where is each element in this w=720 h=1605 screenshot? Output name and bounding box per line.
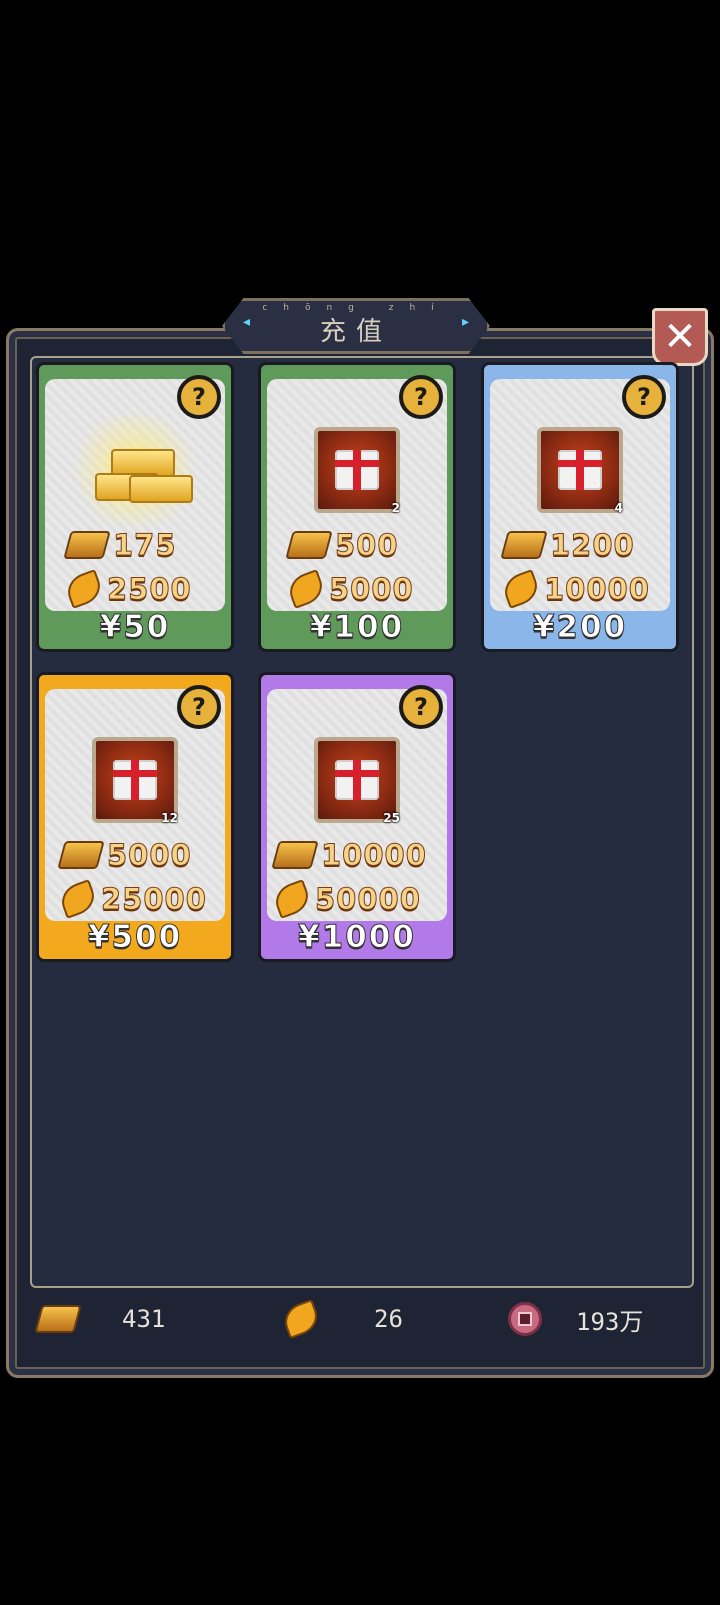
gold-amount-row: 175 [63, 527, 177, 563]
gift-box-icon: 4 [537, 427, 623, 515]
gift-count: 2 [391, 501, 400, 515]
gold-amount: 175 [113, 528, 177, 563]
recharge-card-500[interactable]: ? 12 5000 25000 ¥500 [36, 672, 234, 962]
leaf-amount: 10000 [544, 572, 650, 607]
gold-ingot-icon [34, 1305, 82, 1333]
gold-ingot-icon [500, 531, 548, 559]
price-label: ¥50 [99, 609, 171, 646]
recharge-card-1000[interactable]: ? 25 10000 50000 ¥1000 [258, 672, 456, 962]
gold-ingot-icon [57, 841, 105, 869]
leaf-amount-row: 2500 [62, 569, 192, 609]
info-question-icon[interactable]: ? [399, 685, 443, 729]
currency-footer: 431 26 193万 [30, 1294, 694, 1344]
gift-box-icon: 12 [92, 737, 178, 825]
copper-coin-icon [508, 1302, 542, 1336]
leaf-currency-icon [62, 569, 106, 609]
leaf-amount-row: 5000 [284, 569, 414, 609]
gold-amount-row: 5000 [57, 837, 192, 873]
footer-gold: 431 [34, 1305, 166, 1333]
gift-count: 4 [614, 501, 623, 515]
leaf-amount: 50000 [315, 882, 421, 917]
gold-ingot-icon [63, 531, 111, 559]
leaf-currency-icon [56, 879, 100, 919]
gold-amount-row: 1200 [500, 527, 635, 563]
recharge-card-50[interactable]: ? 175 2500 ¥50 [36, 362, 234, 652]
info-question-icon[interactable]: ? [622, 375, 666, 419]
gold-amount: 500 [335, 528, 399, 563]
price-label: ¥100 [309, 609, 405, 646]
price-label: ¥200 [532, 609, 628, 646]
gold-amount: 5000 [107, 838, 192, 873]
gift-count: 12 [161, 811, 178, 825]
gold-ingot-icon [271, 841, 319, 869]
leaf-amount: 5000 [329, 572, 414, 607]
right-arrow-icon: ▸ [461, 314, 469, 330]
leaf-amount: 25000 [101, 882, 207, 917]
leaf-amount-row: 10000 [499, 569, 650, 609]
price-label: ¥500 [87, 919, 183, 956]
leaf-currency-icon [284, 569, 328, 609]
gold-amount: 10000 [321, 838, 427, 873]
gold-pile-icon [65, 415, 205, 525]
leaf-amount: 2500 [107, 572, 192, 607]
close-icon: ✕ [663, 314, 697, 360]
info-question-icon[interactable]: ? [177, 685, 221, 729]
page-title: 充值 [319, 317, 392, 347]
recharge-card-100[interactable]: ? 2 500 5000 ¥100 [258, 362, 456, 652]
close-button[interactable]: ✕ [652, 308, 708, 366]
recharge-card-200[interactable]: ? 4 1200 10000 ¥200 [481, 362, 679, 652]
title-plate: ◂ chōng zhí 充值 ▸ [222, 298, 490, 354]
gift-count: 25 [383, 811, 400, 825]
footer-leaf: 26 [279, 1299, 403, 1339]
leaf-balance: 26 [374, 1305, 403, 1333]
info-question-icon[interactable]: ? [177, 375, 221, 419]
gold-amount-row: 10000 [271, 837, 427, 873]
leaf-currency-icon [499, 569, 543, 609]
price-label: ¥1000 [298, 919, 416, 956]
gold-amount: 1200 [550, 528, 635, 563]
leaf-amount-row: 25000 [56, 879, 207, 919]
leaf-currency-icon [270, 879, 314, 919]
gold-balance: 431 [122, 1305, 166, 1333]
gold-amount-row: 500 [285, 527, 399, 563]
info-question-icon[interactable]: ? [399, 375, 443, 419]
gold-ingot-icon [285, 531, 333, 559]
gift-box-icon: 25 [314, 737, 400, 825]
coin-balance: 193万 [576, 1307, 644, 1336]
leaf-amount-row: 50000 [270, 879, 421, 919]
leaf-currency-icon [279, 1299, 323, 1339]
gift-box-icon: 2 [314, 427, 400, 515]
footer-coins: 193万 [508, 1302, 643, 1337]
